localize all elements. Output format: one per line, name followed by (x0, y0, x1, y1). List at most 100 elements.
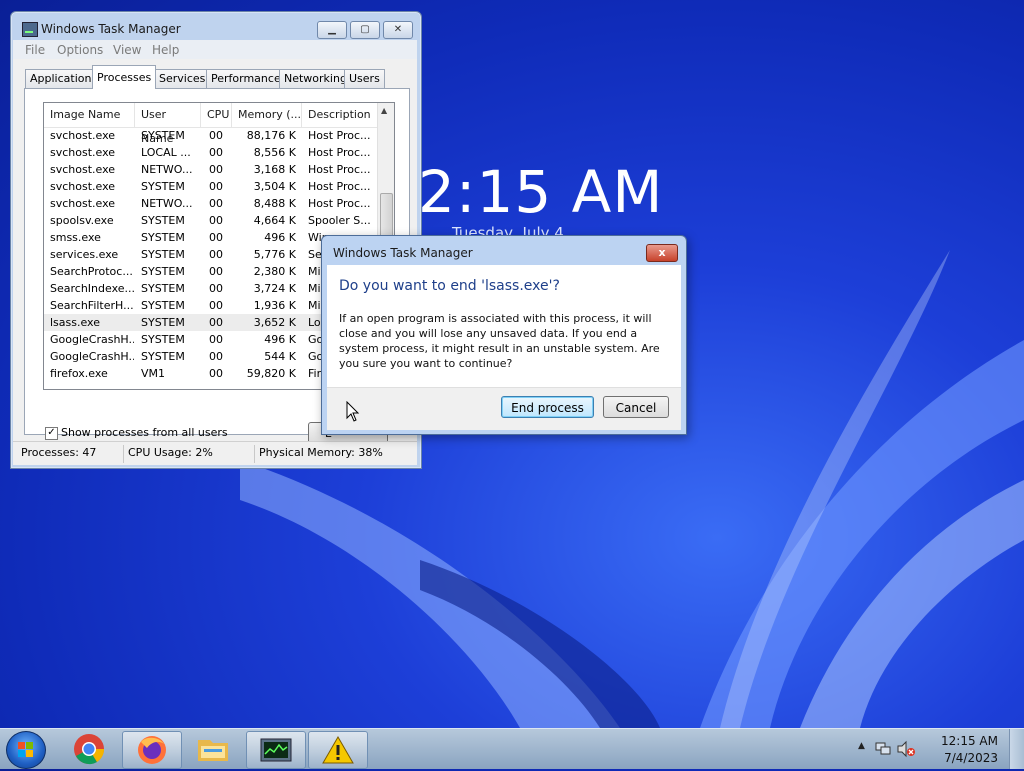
cell-mem: 1,936 K (253, 299, 296, 312)
cancel-button[interactable]: Cancel (603, 396, 669, 418)
column-user-name[interactable]: User Name (135, 103, 201, 145)
table-row[interactable]: svchost.exe NETWO... 00 8,488 K Host Proc... (44, 195, 378, 212)
table-row[interactable]: svchost.exe NETWO... 00 3,168 K Host Proc... (44, 161, 378, 178)
task-manager-icon (22, 22, 38, 37)
dialog-footer: End process Cancel (327, 387, 681, 430)
warning-icon[interactable] (308, 731, 368, 769)
firefox-icon[interactable] (122, 731, 182, 769)
window-title: Windows Task Manager (41, 22, 181, 36)
show-all-users-checkbox[interactable]: ✓ (45, 427, 58, 440)
menu-options[interactable]: Options (57, 43, 103, 57)
cell-image: GoogleCrashH... (50, 333, 134, 346)
show-desktop-button[interactable] (1009, 729, 1024, 769)
cell-user: SYSTEM (141, 265, 185, 278)
dialog-message: If an open program is associated with th… (339, 312, 660, 370)
cell-cpu: 00 (209, 316, 223, 329)
column-cpu[interactable]: CPU (201, 103, 232, 127)
status-memory: Physical Memory: 38% (259, 446, 383, 459)
cell-user: NETWO... (141, 197, 193, 210)
table-row[interactable]: spoolsv.exe SYSTEM 00 4,664 K Spooler S... (44, 212, 378, 229)
cell-image: svchost.exe (50, 180, 116, 193)
cell-image: svchost.exe (50, 197, 116, 210)
menu-help[interactable]: Help (152, 43, 179, 57)
cell-cpu: 00 (209, 350, 223, 363)
cell-cpu: 00 (209, 299, 223, 312)
system-tray: ▲ 12:15 AM 7/4/2023 (854, 729, 1024, 769)
close-button[interactable]: ✕ (383, 21, 413, 39)
tab-services[interactable]: Services (154, 69, 211, 88)
desktop-clock: 2:15 AM (418, 158, 664, 226)
tab-users[interactable]: Users (344, 69, 385, 88)
tab-applications[interactable]: Applications (25, 69, 103, 88)
column-memory[interactable]: Memory (... (232, 103, 302, 127)
start-orb-icon[interactable] (6, 731, 46, 769)
cell-cpu: 00 (209, 231, 223, 244)
cell-image: SearchProtoc... (50, 265, 133, 278)
cell-image: GoogleCrashH... (50, 350, 134, 363)
cell-cpu: 00 (209, 282, 223, 295)
cell-image: SearchFilterH... (50, 299, 134, 312)
tab-processes[interactable]: Processes (92, 65, 157, 89)
scroll-up-arrow-icon[interactable]: ▲ (381, 106, 387, 115)
menu-file[interactable]: File (25, 43, 45, 57)
column-image-name[interactable]: Image Name (44, 103, 135, 127)
cell-image: smss.exe (50, 231, 101, 244)
cell-image: services.exe (50, 248, 119, 261)
dialog-close-button[interactable]: x (646, 244, 678, 262)
show-hidden-icons-arrow-icon[interactable]: ▲ (858, 741, 865, 751)
cell-user: SYSTEM (141, 180, 185, 193)
cell-cpu: 00 (209, 197, 223, 210)
volume-muted-icon[interactable] (896, 740, 916, 758)
tab-networking[interactable]: Networking (279, 69, 352, 88)
table-row[interactable]: svchost.exe SYSTEM 00 88,176 K Host Proc... (44, 127, 378, 144)
cell-cpu: 00 (209, 180, 223, 193)
cell-cpu: 00 (209, 214, 223, 227)
cell-desc: Spooler S... (308, 214, 371, 227)
end-process-button[interactable]: End process (501, 396, 594, 418)
tray-time[interactable]: 12:15 AM (941, 734, 998, 748)
cell-user: LOCAL ... (141, 146, 191, 159)
maximize-button[interactable]: ▢ (350, 21, 380, 39)
network-icon[interactable] (874, 740, 892, 758)
chrome-icon[interactable] (60, 731, 118, 767)
cell-cpu: 00 (209, 248, 223, 261)
explorer-folder-icon[interactable] (184, 731, 242, 767)
cell-image: svchost.exe (50, 146, 116, 159)
cell-image: lsass.exe (50, 316, 100, 329)
column-description[interactable]: Description (302, 103, 378, 127)
cell-cpu: 00 (209, 146, 223, 159)
cell-mem: 3,168 K (253, 163, 296, 176)
status-cpu: CPU Usage: 2% (128, 446, 213, 459)
tray-date[interactable]: 7/4/2023 (944, 751, 998, 765)
dialog-title: Windows Task Manager (333, 246, 473, 260)
status-divider (123, 445, 124, 463)
task-manager-taskbar-icon[interactable] (246, 731, 306, 769)
minimize-button[interactable]: ▁ (317, 21, 347, 39)
cell-user: SYSTEM (141, 333, 185, 346)
menu-view[interactable]: View (113, 43, 141, 57)
cell-mem: 5,776 K (253, 248, 296, 261)
cell-user: SYSTEM (141, 231, 185, 244)
table-row[interactable]: svchost.exe LOCAL ... 00 8,556 K Host Proc..… (44, 144, 378, 161)
cell-desc: Host Proc... (308, 163, 371, 176)
cell-cpu: 00 (209, 265, 223, 278)
cell-user: NETWO... (141, 163, 193, 176)
cell-mem: 88,176 K (246, 129, 296, 142)
cell-user: SYSTEM (141, 214, 185, 227)
taskbar: ▲ 12:15 AM 7/4/2023 (0, 728, 1024, 769)
show-all-users-label: Show processes from all users (61, 426, 228, 439)
mouse-cursor-icon (346, 401, 360, 422)
table-row[interactable]: svchost.exe SYSTEM 00 3,504 K Host Proc... (44, 178, 378, 195)
cell-mem: 8,556 K (253, 146, 296, 159)
cell-user: SYSTEM (141, 282, 185, 295)
cell-mem: 544 K (264, 350, 296, 363)
cell-user: SYSTEM (141, 316, 185, 329)
tab-performance[interactable]: Performance (206, 69, 286, 88)
cell-mem: 496 K (264, 333, 296, 346)
list-header: Image Name User Name CPU Memory (... Des… (44, 103, 378, 145)
cell-user: SYSTEM (141, 299, 185, 312)
cell-desc: Host Proc... (308, 180, 371, 193)
cell-image: spoolsv.exe (50, 214, 114, 227)
cell-cpu: 00 (209, 129, 223, 142)
status-processes: Processes: 47 (21, 446, 97, 459)
